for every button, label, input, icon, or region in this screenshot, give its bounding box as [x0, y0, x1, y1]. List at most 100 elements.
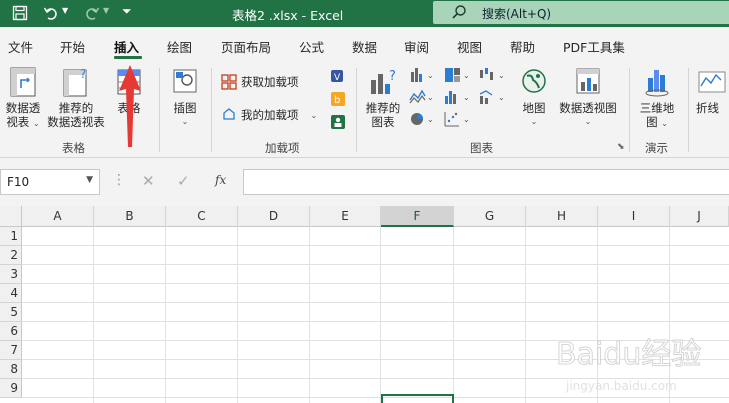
column-header-a[interactable]: A [22, 206, 94, 227]
get-addins-button[interactable]: 获取加载项 [221, 74, 299, 90]
svg-text:⌄: ⌄ [427, 93, 434, 102]
tab-home[interactable]: 开始 [60, 37, 85, 56]
column-header-e[interactable]: E [310, 206, 381, 227]
svg-text:⌄: ⌄ [498, 93, 505, 102]
column-header-b[interactable]: B [94, 206, 166, 227]
pivotchart-button[interactable]: 数据透视图 ⌄ [556, 66, 620, 129]
gridline [309, 227, 310, 403]
row-header-3[interactable]: 3 [0, 265, 22, 284]
illustrations-icon [173, 69, 197, 93]
3d-map-label-1: 三维地 [639, 101, 675, 115]
people-graph-icon[interactable] [330, 114, 346, 130]
column-header-h[interactable]: H [526, 206, 598, 227]
insert-function-icon[interactable]: fx [215, 173, 226, 187]
get-addins-label: 获取加载项 [241, 75, 299, 89]
enter-icon[interactable]: ✓ [177, 172, 190, 190]
gridline [22, 302, 729, 303]
row-header-4[interactable]: 4 [0, 284, 22, 303]
redo-icon[interactable] [84, 5, 100, 21]
customize-toolbar-icon[interactable]: ⏷ [122, 4, 138, 20]
search-box[interactable]: 搜索(Alt+Q) [433, 1, 729, 24]
maps-label: 地图 [522, 101, 546, 115]
active-cell-outline[interactable] [381, 394, 454, 403]
ribbon-separator [356, 68, 357, 152]
column-header-i[interactable]: I [598, 206, 670, 227]
name-box-dropdown-icon[interactable]: ▼ [86, 175, 93, 185]
combo-chart-icon[interactable]: ⌄ [478, 88, 508, 106]
svg-text:⌄: ⌄ [498, 71, 505, 80]
visio-icon[interactable]: V [330, 68, 346, 84]
recommended-pivottables-button[interactable]: ? 推荐的 数据透视表 [44, 66, 108, 129]
sparkline-line-label: 折线 [696, 101, 719, 115]
tab-draw[interactable]: 绘图 [167, 37, 192, 56]
name-box-value: F10 [7, 175, 30, 189]
row-header-8[interactable]: 8 [0, 360, 22, 379]
search-icon [452, 5, 466, 19]
row-header-2[interactable]: 2 [0, 246, 22, 265]
column-header-f[interactable]: F [381, 206, 454, 227]
tab-data[interactable]: 数据 [352, 37, 377, 56]
row-header-1[interactable]: 1 [0, 227, 22, 246]
redo-dropdown-icon[interactable]: ▼ [103, 6, 119, 22]
save-icon[interactable] [12, 5, 28, 21]
maps-button[interactable]: 地图 ⌄ [516, 66, 552, 129]
my-addins-dropdown-icon: ⌄ [310, 110, 318, 120]
document-title: 表格2 .xlsx - Excel [232, 8, 344, 23]
illustrations-button[interactable]: 插图 ⌄ [166, 66, 204, 129]
tab-file[interactable]: 文件 [8, 37, 33, 56]
search-placeholder: 搜索(Alt+Q) [482, 7, 552, 21]
gridline [380, 227, 381, 403]
baidu-jingyan-watermark: Baidu经验 jingyan.baidu.com [556, 337, 702, 394]
gridline [22, 264, 729, 265]
row-header-6[interactable]: 6 [0, 322, 22, 341]
formula-input[interactable] [243, 169, 729, 195]
cancel-icon[interactable]: ✕ [142, 172, 155, 190]
tab-view[interactable]: 视图 [457, 37, 482, 56]
column-header-g[interactable]: G [454, 206, 526, 227]
pie-chart-icon[interactable]: ⌄ [409, 110, 437, 128]
tab-pdf-tools[interactable]: PDF工具集 [563, 37, 625, 56]
charts-dialog-launcher-icon[interactable]: ⬊ [617, 142, 625, 152]
tab-help[interactable]: 帮助 [510, 37, 535, 56]
excel-window: ▼ ▼ ⏷ 表格2 .xlsx - Excel 搜索(Alt+Q) 文件 开始 … [0, 0, 729, 403]
recommended-charts-button[interactable]: ? 推荐的 图表 [362, 66, 404, 129]
waterfall-chart-icon[interactable]: ⌄ [478, 66, 508, 84]
active-tab-indicator [114, 56, 142, 59]
undo-dropdown-icon[interactable]: ▼ [62, 6, 78, 22]
row-header-9[interactable]: 9 [0, 379, 22, 398]
statistic-chart-icon[interactable]: ⌄ [443, 88, 473, 106]
more-options-icon[interactable]: ⋮ [112, 172, 126, 188]
my-addins-button[interactable]: 我的加载项 ⌄ [221, 107, 317, 123]
pivotchart-dropdown-icon: ⌄ [584, 117, 592, 126]
recommended-charts-icon: ? [371, 69, 396, 94]
gridline [525, 227, 526, 403]
column-chart-icon[interactable]: ⌄ [409, 66, 437, 84]
svg-text:⌄: ⌄ [463, 93, 470, 102]
scatter-chart-icon[interactable]: ⌄ [443, 110, 473, 128]
tab-formulas[interactable]: 公式 [299, 37, 324, 56]
select-all-corner[interactable] [0, 206, 22, 227]
tab-insert[interactable]: 插入 [114, 37, 139, 56]
tab-page-layout[interactable]: 页面布局 [221, 37, 271, 56]
3d-map-button[interactable]: 三维地 图 ⌄ [636, 66, 678, 131]
column-header-c[interactable]: C [166, 206, 238, 227]
column-header-d[interactable]: D [238, 206, 310, 227]
pivotchart-label: 数据透视图 [559, 101, 617, 115]
illustrations-dropdown-icon: ⌄ [181, 117, 189, 126]
hierarchy-chart-icon[interactable]: ⌄ [443, 66, 473, 84]
undo-icon[interactable] [43, 5, 59, 21]
tab-review[interactable]: 审阅 [404, 37, 429, 56]
line-chart-icon[interactable]: ⌄ [409, 88, 437, 106]
row-header-7[interactable]: 7 [0, 341, 22, 360]
3d-map-icon [645, 70, 669, 97]
bing-maps-icon[interactable]: b [330, 91, 346, 107]
recommended-pivottable-icon: ? [63, 67, 87, 97]
pivottable-button[interactable]: 数据透 视表 ⌄ [2, 66, 44, 131]
gridline [453, 227, 454, 403]
row-header-5[interactable]: 5 [0, 303, 22, 322]
tours-group-label: 演示 [645, 141, 668, 155]
name-box[interactable]: F10 ▼ [0, 169, 100, 195]
ribbon-tabs: 文件 开始 插入 绘图 页面布局 公式 数据 审阅 视图 帮助 PDF工具集 [0, 27, 729, 62]
sparkline-line-button[interactable]: 折线 [696, 66, 729, 115]
column-header-j[interactable]: J [670, 206, 729, 227]
